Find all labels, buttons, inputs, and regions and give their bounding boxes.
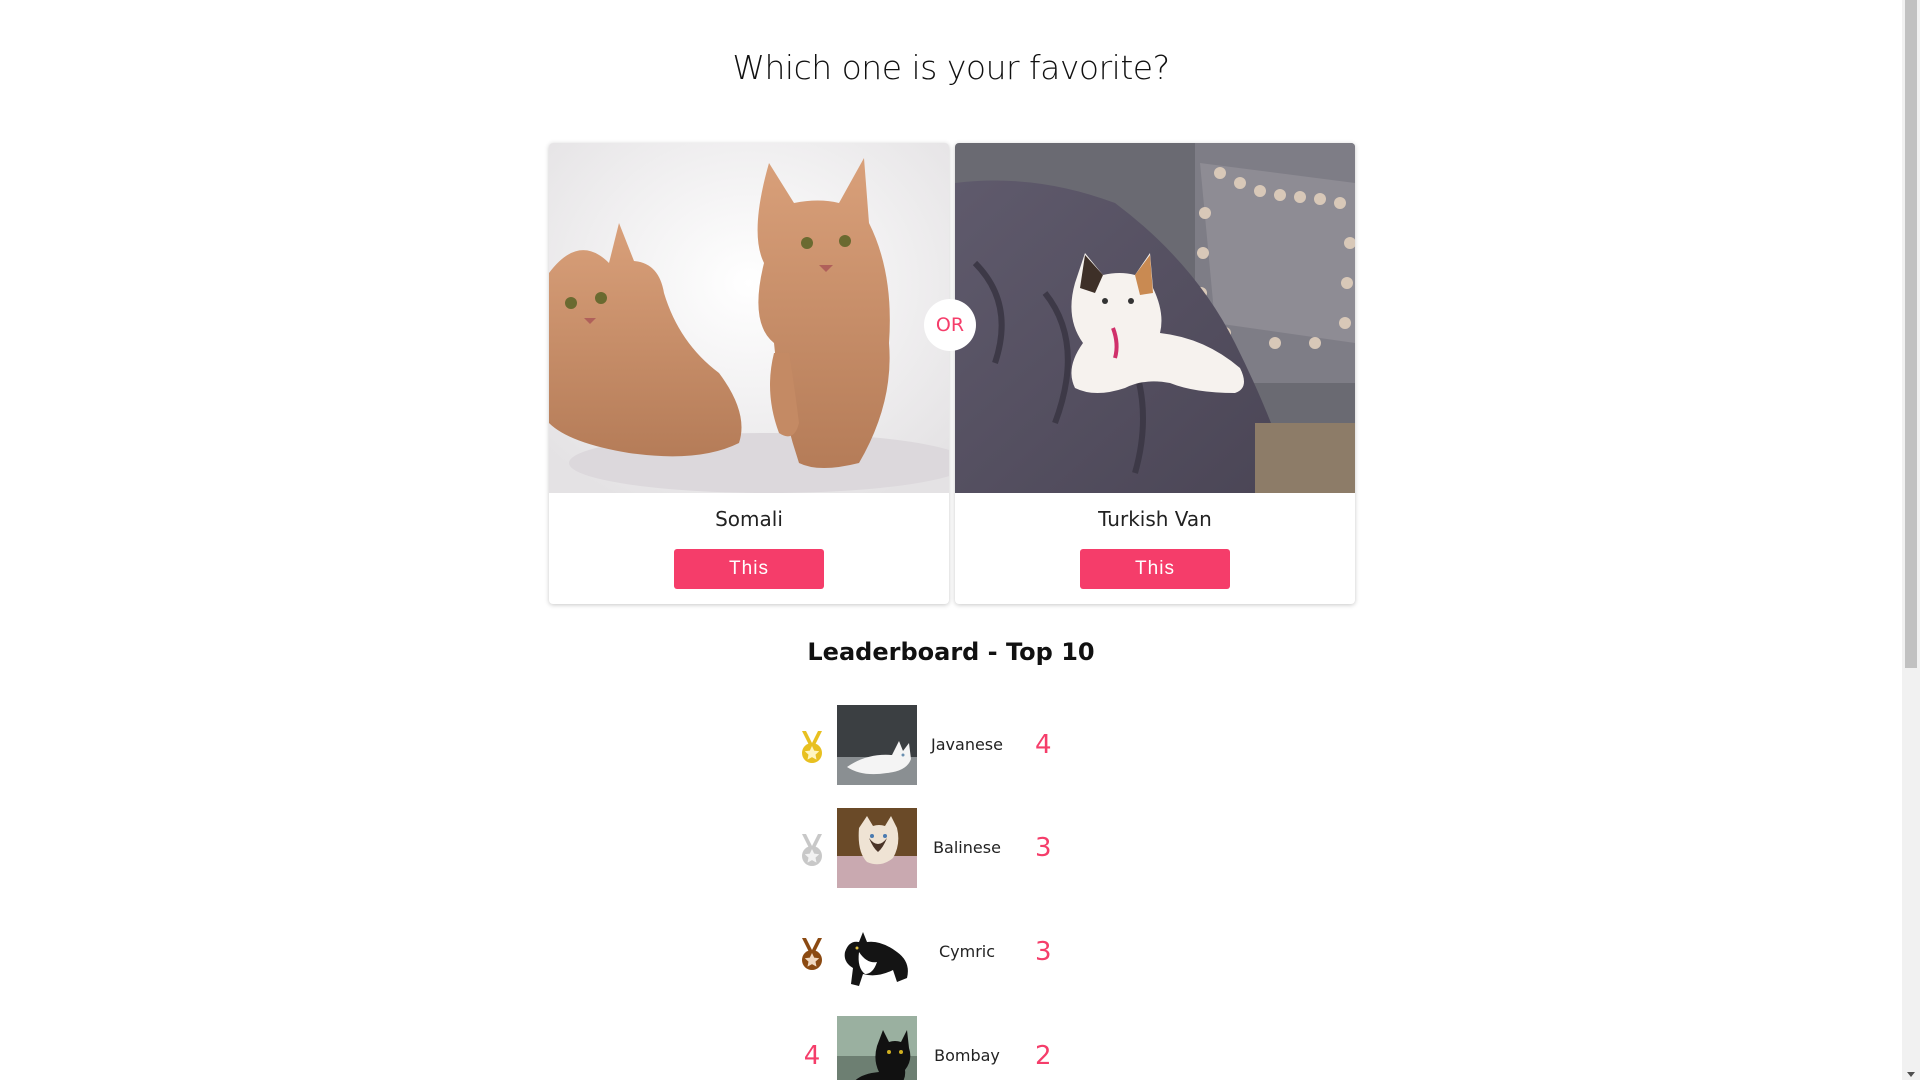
breed-name: Bombay: [934, 1046, 1000, 1065]
breed-name: Cymric: [938, 942, 996, 961]
vote-left-button[interactable]: This: [674, 549, 824, 589]
breed-thumbnail: [837, 808, 917, 888]
vote-count: 2: [1035, 1041, 1052, 1071]
vote-count: 4: [1035, 730, 1052, 760]
candidate-name-left: Somali: [715, 507, 783, 531]
leaderboard-row: Javanese 4: [790, 705, 1090, 785]
scroll-down-arrow-icon[interactable]: [1907, 1072, 1915, 1077]
matchup: Somali This Turkish Van This: [549, 143, 1357, 604]
silver-medal-icon: [790, 828, 834, 868]
page: Which one is your favorite? Somali This …: [0, 0, 1902, 1080]
rank-number: 4: [790, 1036, 834, 1076]
leaderboard-title: Leaderboard - Top 10: [807, 638, 1095, 666]
leaderboard-row: Cymric 3: [790, 912, 1090, 992]
or-badge: OR: [924, 299, 976, 351]
candidate-card-right: Turkish Van This: [955, 143, 1355, 604]
candidate-photo-right[interactable]: [955, 143, 1355, 493]
vote-count: 3: [1035, 833, 1052, 863]
leaderboard-row: Balinese 3: [790, 808, 1090, 888]
vote-right-button[interactable]: This: [1080, 549, 1230, 589]
page-title: Which one is your favorite?: [732, 48, 1170, 87]
breed-name: Balinese: [933, 838, 1001, 857]
rank-label: 4: [803, 1041, 821, 1071]
candidate-name-right: Turkish Van: [1098, 507, 1212, 531]
somali-cats-image: [549, 143, 949, 493]
breed-thumbnail: [837, 1016, 917, 1080]
candidate-card-left: Somali This: [549, 143, 949, 604]
candidate-photo-left[interactable]: [549, 143, 949, 493]
gold-medal-icon: [790, 725, 834, 765]
scrollbar-thumb[interactable]: [1905, 0, 1917, 668]
leaderboard-row: 4 Bombay 2: [790, 1016, 1090, 1080]
vote-count: 3: [1035, 937, 1052, 967]
breed-thumbnail: [837, 912, 917, 992]
breed-name: Javanese: [931, 735, 1003, 754]
vertical-scrollbar[interactable]: [1902, 0, 1920, 1080]
turkish-van-cat-image: [955, 143, 1355, 493]
bronze-medal-icon: [790, 932, 834, 972]
breed-thumbnail: [837, 705, 917, 785]
